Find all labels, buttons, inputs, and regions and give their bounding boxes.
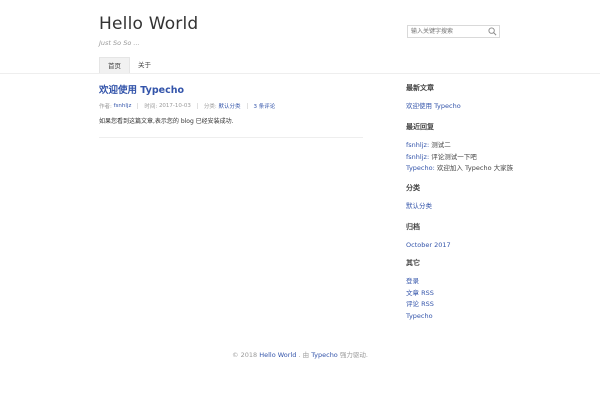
site-title[interactable]: Hello World bbox=[99, 14, 198, 34]
recent-post-link[interactable]: 欢迎使用 Typecho bbox=[406, 102, 461, 110]
widget-other: 其它 登录 文章 RSS 评论 RSS Typecho bbox=[406, 258, 434, 322]
date-label: 时间: bbox=[144, 104, 158, 110]
comment-author-link[interactable]: fsnhljz: bbox=[406, 153, 429, 161]
site-footer: © 2018 Hello World . 由 Typecho 强力驱动. bbox=[0, 349, 600, 359]
search-input[interactable] bbox=[408, 26, 494, 37]
list-item: 评论 RSS bbox=[406, 299, 434, 311]
widget-archives: 归档 October 2017 bbox=[406, 222, 451, 252]
footer-typecho-link[interactable]: Typecho bbox=[311, 351, 338, 359]
widget-categories: 分类 默认分类 bbox=[406, 183, 432, 213]
post-date: 2017-10-03 bbox=[158, 103, 191, 109]
widget-title: 其它 bbox=[406, 259, 420, 267]
widget-title: 分类 bbox=[406, 184, 420, 192]
category-link[interactable]: 默认分类 bbox=[406, 202, 432, 210]
comment-author-link[interactable]: fsnhljz: bbox=[406, 141, 429, 149]
footer-by: . 由 bbox=[298, 351, 310, 359]
post-title[interactable]: 欢迎使用 Typecho bbox=[99, 84, 363, 97]
login-link[interactable]: 登录 bbox=[406, 277, 419, 285]
meta-separator bbox=[246, 103, 248, 109]
comment-text: 欢迎加入 Typecho 大家族 bbox=[436, 164, 514, 172]
post-divider bbox=[99, 137, 363, 138]
widget-recent-comments: 最近回复 fsnhljz: 测试二 fsnhljz: 评论测试一下吧 Typec… bbox=[406, 122, 513, 175]
post: 欢迎使用 Typecho 作者: fsnhljz 时间: 2017-10-03 … bbox=[99, 84, 363, 127]
typecho-link[interactable]: Typecho bbox=[406, 312, 433, 320]
author-label: 作者: bbox=[99, 104, 112, 110]
list-item: Typecho: 欢迎加入 Typecho 大家族 bbox=[406, 163, 513, 175]
comments-rss-link[interactable]: 评论 RSS bbox=[406, 300, 434, 308]
widget-recent-posts: 最新文章 欢迎使用 Typecho bbox=[406, 83, 461, 113]
list-item: 文章 RSS bbox=[406, 288, 434, 300]
widget-title: 最近回复 bbox=[406, 123, 434, 131]
search-box bbox=[407, 25, 500, 38]
post-comments-link[interactable]: 3 条评论 bbox=[254, 102, 276, 110]
nav-home[interactable]: 首页 bbox=[99, 57, 130, 73]
footer-suffix: 强力驱动. bbox=[339, 351, 368, 359]
post-author-link[interactable]: fsnhljz bbox=[114, 103, 132, 109]
comment-text: 测试二 bbox=[431, 141, 451, 149]
list-item: 欢迎使用 Typecho bbox=[406, 101, 461, 113]
footer-copyright: © 2018 bbox=[232, 351, 258, 359]
widget-title: 归档 bbox=[406, 223, 420, 231]
widget-title: 最新文章 bbox=[406, 84, 434, 92]
list-item: Typecho bbox=[406, 311, 434, 323]
list-item: fsnhljz: 评论测试一下吧 bbox=[406, 152, 513, 164]
list-item: October 2017 bbox=[406, 240, 451, 252]
footer-site-link[interactable]: Hello World bbox=[259, 351, 296, 359]
post-category-link[interactable]: 默认分类 bbox=[219, 102, 241, 110]
post-content: 如果您看到这篇文章,表示您的 blog 已经安装成功. bbox=[99, 118, 234, 125]
category-label: 分类: bbox=[203, 104, 217, 110]
meta-separator bbox=[137, 103, 139, 109]
site-description: Just So So ... bbox=[99, 39, 140, 47]
list-item: 登录 bbox=[406, 276, 434, 288]
site-header: Hello World Just So So ... 首页 关于 bbox=[0, 0, 600, 74]
meta-separator bbox=[196, 103, 198, 109]
posts-rss-link[interactable]: 文章 RSS bbox=[406, 289, 434, 297]
post-meta: 作者: fsnhljz 时间: 2017-10-03 分类: 默认分类 3 条评… bbox=[99, 101, 363, 111]
comment-text: 评论测试一下吧 bbox=[431, 152, 477, 161]
list-item: 默认分类 bbox=[406, 201, 432, 213]
search-icon[interactable] bbox=[488, 27, 497, 36]
nav-about[interactable]: 关于 bbox=[130, 57, 159, 73]
main-nav: 首页 关于 bbox=[99, 57, 159, 73]
archive-link[interactable]: October 2017 bbox=[406, 241, 451, 249]
comment-author-link[interactable]: Typecho: bbox=[406, 164, 435, 172]
list-item: fsnhljz: 测试二 bbox=[406, 140, 513, 152]
